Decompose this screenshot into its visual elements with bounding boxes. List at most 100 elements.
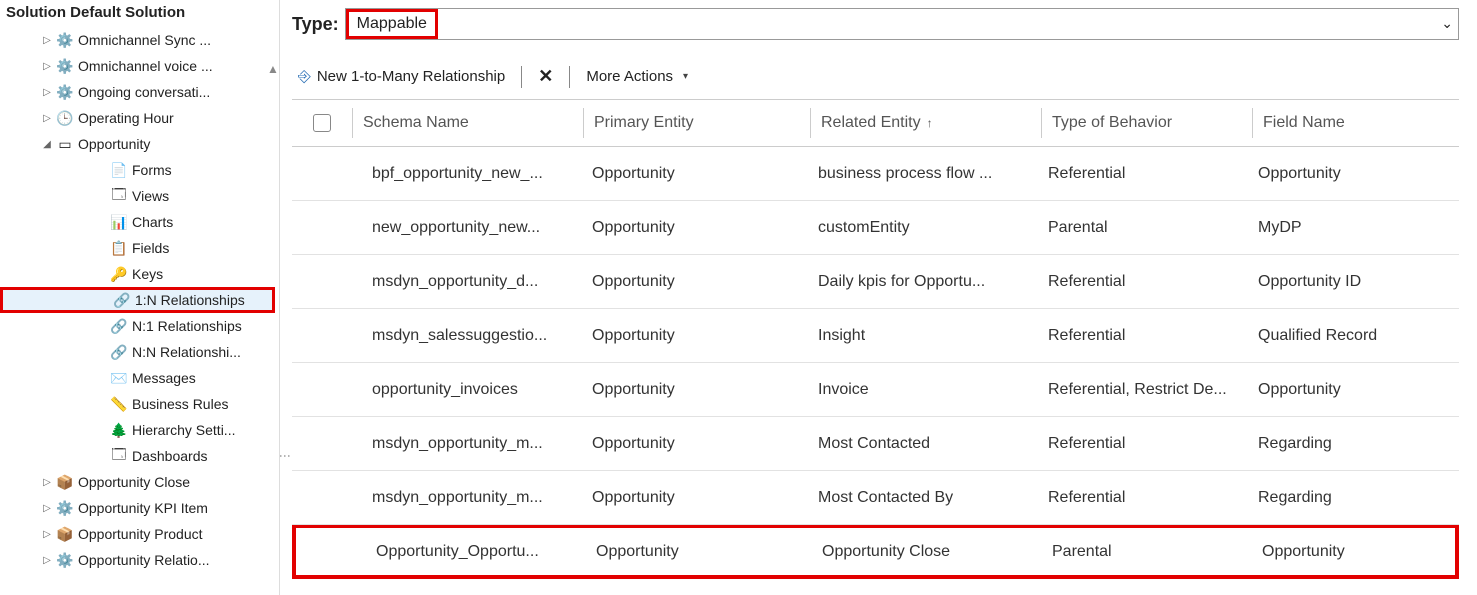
cell-field: Regarding — [1248, 489, 1459, 507]
type-select[interactable]: Mappable ⌄ — [345, 8, 1459, 40]
tree-expander-icon — [94, 241, 108, 255]
tree-node-label: Operating Hour — [78, 110, 174, 126]
tree-node-icon: 🗔 — [110, 447, 128, 465]
table-row[interactable]: msdyn_salessuggestio...OpportunityInsigh… — [292, 309, 1459, 363]
cell-primary: Opportunity — [582, 435, 808, 453]
tree-item[interactable]: ▷⚙️Opportunity Relatio... — [0, 547, 275, 573]
cell-schema: opportunity_invoices — [352, 381, 582, 399]
table-row[interactable]: opportunity_invoices Opportunity InvoiceRe… — [292, 363, 1459, 417]
tree-item[interactable]: ▷⚙️Opportunity KPI Item — [0, 495, 275, 521]
table-row[interactable]: msdyn_opportunity_m...OpportunityMost Co… — [292, 417, 1459, 471]
scroll-up-arrow-icon[interactable]: ▲ — [267, 62, 279, 76]
tree-node-label: Charts — [132, 214, 173, 230]
cell-behavior: Referential, Restrict De... — [1038, 381, 1248, 399]
tree-item[interactable]: ▷⚙️Ongoing conversati... — [0, 79, 275, 105]
tree-expander-icon[interactable]: ▷ — [40, 475, 54, 489]
close-icon: ✕ — [538, 66, 553, 87]
relationships-grid: Schema Name Primary Entity Related Entit… — [292, 99, 1459, 595]
tree-expander-icon — [94, 423, 108, 437]
tree-item[interactable]: 🔑Keys — [0, 261, 275, 287]
tree-node-icon: ⚙️ — [56, 57, 74, 75]
tree-item[interactable]: ▷⚙️Omnichannel voice ... — [0, 53, 275, 79]
col-header-field[interactable]: Field Name — [1253, 114, 1459, 132]
tree-item[interactable]: 📊Charts — [0, 209, 275, 235]
cell-behavior: Referential — [1038, 489, 1248, 507]
tree-expander-icon[interactable]: ◢ — [40, 137, 54, 151]
col-header-behavior[interactable]: Type of Behavior — [1042, 114, 1252, 132]
cell-behavior: Referential — [1038, 435, 1248, 453]
cell-field: Opportunity ID — [1248, 273, 1459, 291]
cell-field: Opportunity — [1248, 381, 1459, 399]
cell-field: MyDP — [1248, 219, 1459, 237]
tree-node-label: Fields — [132, 240, 169, 256]
tree-node-label: Forms — [132, 162, 172, 178]
tree-expander-icon[interactable]: ▷ — [40, 527, 54, 541]
tree-item[interactable]: ◢▭Opportunity — [0, 131, 275, 157]
tree-item[interactable]: 🗔Views — [0, 183, 275, 209]
tree-expander-icon — [97, 293, 111, 307]
select-all-checkbox[interactable] — [313, 114, 331, 132]
cell-behavior: Referential — [1038, 165, 1248, 183]
tree-item[interactable]: ▷🕒Operating Hour — [0, 105, 275, 131]
tree-node-icon: 🔗 — [110, 317, 128, 335]
tree-item[interactable]: 🔗N:1 Relationships — [0, 313, 275, 339]
more-actions-button[interactable]: More Actions ▾ — [580, 66, 694, 87]
tree-node-label: Keys — [132, 266, 163, 282]
tree-node-icon: 📦 — [56, 473, 74, 491]
chevron-down-icon: ⌄ — [1441, 15, 1453, 32]
table-row[interactable]: bpf_opportunity_new_...Opportunitybusine… — [292, 147, 1459, 201]
tree-expander-icon[interactable]: ▷ — [40, 85, 54, 99]
tree-node-icon: 📦 — [56, 525, 74, 543]
tree-node-icon: ✉️ — [110, 369, 128, 387]
tree-item[interactable]: 📏Business Rules — [0, 391, 275, 417]
tree-node-icon: 🔗 — [113, 291, 131, 309]
tree-expander-icon — [94, 163, 108, 177]
tree-node-icon: 📄 — [110, 161, 128, 179]
tree-item[interactable]: ▷📦Opportunity Close — [0, 469, 275, 495]
type-label: Type: — [292, 14, 339, 35]
tree-expander-icon[interactable]: ▷ — [40, 553, 54, 567]
tree-node-icon: ▭ — [56, 135, 74, 153]
cell-field: Opportunity — [1252, 543, 1455, 561]
tree-item[interactable]: 📄Forms — [0, 157, 275, 183]
table-row[interactable]: msdyn_opportunity_m...OpportunityMost Co… — [292, 471, 1459, 525]
tree-item[interactable]: ▷⚙️Omnichannel Sync ... — [0, 27, 275, 53]
cell-primary: Opportunity — [582, 219, 808, 237]
col-header-schema[interactable]: Schema Name — [353, 114, 583, 132]
col-header-related[interactable]: Related Entity↑ — [811, 114, 1041, 132]
cell-schema: msdyn_opportunity_m... — [352, 435, 582, 453]
table-row[interactable]: new_opportunity_new...OpportunitycustomE… — [292, 201, 1459, 255]
table-row[interactable]: msdyn_opportunity_d...OpportunityDaily k… — [292, 255, 1459, 309]
tree-item[interactable]: ▷📦Opportunity Product — [0, 521, 275, 547]
cell-related: Invoice — [808, 381, 1038, 399]
tree-expander-icon — [94, 189, 108, 203]
tree-node-label: Opportunity Relatio... — [78, 552, 210, 568]
tree-item[interactable]: 🔗1:N Relationships — [0, 287, 275, 313]
delete-button[interactable]: ✕ — [532, 64, 559, 89]
tree-expander-icon — [94, 397, 108, 411]
tree-node-label: Omnichannel voice ... — [78, 58, 213, 74]
tree-expander-icon[interactable]: ▷ — [40, 33, 54, 47]
col-header-primary[interactable]: Primary Entity — [584, 114, 810, 132]
select-all-cell[interactable] — [292, 114, 352, 132]
tree-expander-icon — [94, 319, 108, 333]
tree-node-label: 1:N Relationships — [135, 292, 245, 308]
cell-field: Qualified Record — [1248, 327, 1459, 345]
tree-node-icon: 🗔 — [110, 187, 128, 205]
cell-primary: Opportunity — [582, 165, 808, 183]
cell-field: Opportunity — [1248, 165, 1459, 183]
cell-primary: Opportunity — [586, 543, 812, 561]
tree-item[interactable]: 🌲Hierarchy Setti... — [0, 417, 275, 443]
tree-node-icon: 🔑 — [110, 265, 128, 283]
resize-handle-icon[interactable]: ⋮ — [280, 450, 292, 460]
tree-item[interactable]: 🗔Dashboards — [0, 443, 275, 469]
table-row[interactable]: Opportunity_Opportu...OpportunityOpportu… — [292, 525, 1459, 579]
tree-expander-icon[interactable]: ▷ — [40, 111, 54, 125]
sidebar: Solution Default Solution ▷⚙️Omnichannel… — [0, 0, 280, 595]
tree-item[interactable]: 📋Fields — [0, 235, 275, 261]
tree-item[interactable]: ✉️Messages — [0, 365, 275, 391]
new-relationship-button[interactable]: ⎆ New 1-to-Many Relationship — [292, 66, 511, 88]
tree-item[interactable]: 🔗N:N Relationshi... — [0, 339, 275, 365]
tree-expander-icon[interactable]: ▷ — [40, 501, 54, 515]
tree-expander-icon[interactable]: ▷ — [40, 59, 54, 73]
